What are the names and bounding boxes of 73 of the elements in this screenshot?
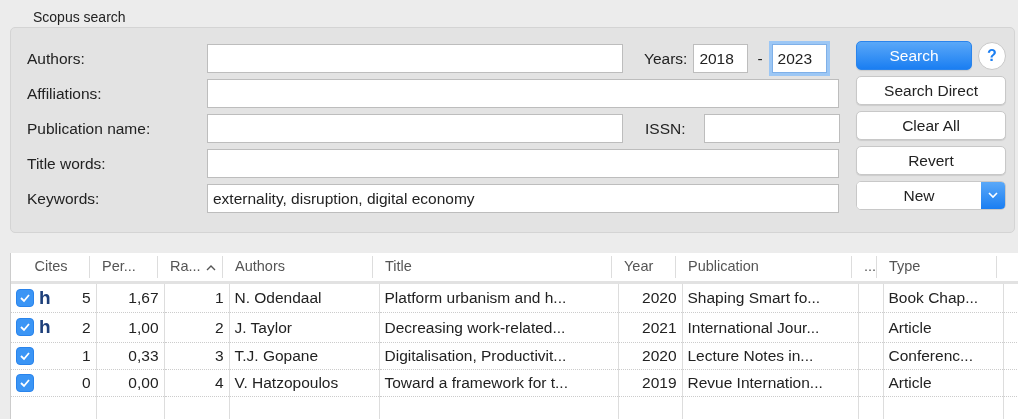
- table-cell: International Jour...: [687, 318, 820, 336]
- column-header[interactable]: Type: [889, 257, 921, 274]
- h-index-marker: h: [39, 285, 51, 310]
- table-cell: V. Hatzopoulos: [234, 373, 339, 391]
- table-cell: Revue Internation...: [687, 373, 823, 391]
- table-cell: 3: [214, 346, 224, 364]
- checkbox[interactable]: [16, 288, 34, 307]
- column-header[interactable]: Title: [385, 257, 412, 274]
- field-label: Affiliations:: [27, 83, 103, 104]
- column-header[interactable]: Authors: [235, 257, 285, 274]
- table-cell-text: 1: [81, 345, 91, 366]
- table-cell-text: 5: [81, 288, 91, 309]
- field-label: Authors:: [27, 48, 86, 69]
- column-header[interactable]: Cites: [34, 257, 68, 274]
- text-field[interactable]: [207, 149, 839, 178]
- table-cell: Book Chap...: [888, 289, 979, 307]
- table-cell: 2019: [642, 373, 677, 391]
- years-label: Years:: [644, 48, 688, 69]
- field-label: Keywords:: [27, 188, 101, 209]
- field-label: Title words:: [27, 153, 107, 174]
- checkmark-icon: [19, 292, 31, 303]
- table-cell: Shaping Smart fo...: [687, 289, 821, 307]
- table-cell: Article: [888, 373, 932, 391]
- table-cell: Digitalisation, Productivit...: [384, 346, 567, 364]
- checkbox[interactable]: [16, 346, 34, 365]
- checkbox[interactable]: [16, 318, 34, 337]
- help-button[interactable]: ?: [978, 41, 1006, 70]
- table-cell: 2020: [642, 289, 677, 307]
- table-cell-text: 2: [81, 317, 91, 338]
- table-cell: Toward a framework for t...: [384, 373, 568, 391]
- table-cell-text: 0: [81, 372, 91, 393]
- action-button[interactable]: Search Direct: [856, 76, 1006, 105]
- table-cell: 2021: [642, 318, 677, 336]
- table-cell: N. Odendaal: [234, 289, 322, 307]
- column-header[interactable]: Year: [624, 257, 654, 274]
- issn-field[interactable]: [704, 114, 840, 143]
- table-cell: Conferenc...: [888, 346, 973, 364]
- year-from-field[interactable]: 2018: [693, 44, 749, 73]
- table-cell: 4: [214, 373, 224, 391]
- table-cell: 2020: [642, 346, 677, 364]
- checkbox[interactable]: [16, 373, 34, 392]
- table-cell: J. Taylor: [234, 318, 292, 336]
- table-cell: Decreasing work-related...: [384, 318, 566, 336]
- group-title: Scopus search: [32, 8, 127, 27]
- action-button[interactable]: Revert: [856, 146, 1006, 175]
- issn-label: ISSN:: [645, 118, 687, 139]
- column-header[interactable]: Per...: [102, 257, 136, 274]
- field-label: Publication name:: [27, 118, 152, 139]
- column-header[interactable]: ...: [864, 257, 877, 274]
- text-field[interactable]: [207, 114, 623, 143]
- table-cell: 2: [214, 318, 224, 336]
- text-field[interactable]: [207, 44, 623, 73]
- checkmark-icon: [19, 350, 31, 361]
- text-field[interactable]: [207, 79, 839, 108]
- checkmark-icon: [19, 322, 31, 333]
- table-cell: 0,33: [128, 346, 159, 364]
- column-header[interactable]: Publication: [688, 257, 759, 274]
- text-field[interactable]: externality, disruption, digital economy: [207, 184, 839, 213]
- column-header[interactable]: Ra...: [170, 257, 201, 274]
- split-button[interactable]: New: [856, 181, 1006, 210]
- year-separator: -: [757, 48, 763, 69]
- table-cell: 1: [214, 289, 224, 307]
- year-to-field[interactable]: 2023: [771, 44, 827, 73]
- table-cell: Article: [888, 318, 932, 336]
- table-cell: 1,67: [128, 289, 159, 307]
- table-cell: T.J. Gopane: [234, 346, 319, 364]
- table-cell: Lecture Notes in...: [687, 346, 814, 364]
- table-cell: 0,00: [128, 373, 159, 391]
- table-cell: 1,00: [128, 318, 159, 336]
- checkmark-icon: [19, 377, 31, 388]
- action-button[interactable]: Clear All: [856, 111, 1006, 140]
- h-index-marker: h: [39, 315, 51, 339]
- table-cell: Platform urbanism and h...: [384, 289, 567, 307]
